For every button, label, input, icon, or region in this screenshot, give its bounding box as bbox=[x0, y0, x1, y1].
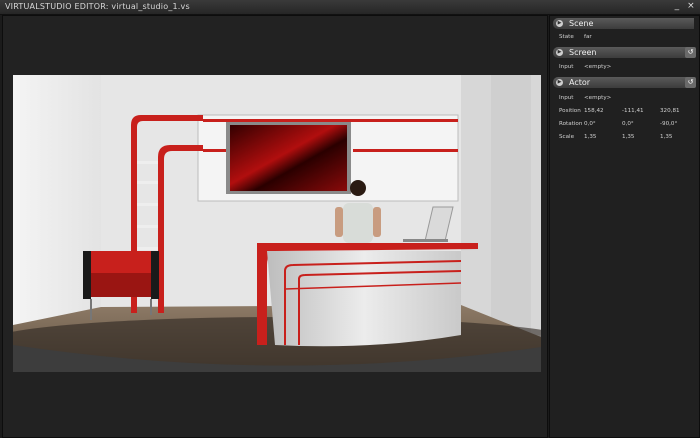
studio-render bbox=[13, 75, 541, 372]
circle-arrow-icon[interactable]: ▶ bbox=[556, 79, 563, 86]
rotation-z[interactable]: -90,0° bbox=[660, 121, 677, 127]
circle-arrow-icon[interactable]: ▶ bbox=[556, 20, 563, 27]
screen-panel-title: Screen bbox=[569, 48, 597, 57]
screen-input-label: Input bbox=[559, 64, 574, 70]
actor-panel-title: Actor bbox=[569, 78, 591, 87]
position-x[interactable]: 158,42 bbox=[584, 108, 604, 114]
position-z[interactable]: 320,81 bbox=[660, 108, 680, 114]
position-label: Position bbox=[559, 108, 581, 114]
reset-icon[interactable]: ↺ bbox=[685, 47, 696, 58]
actor-input-value[interactable]: <empty> bbox=[584, 95, 611, 101]
scene-panel-title: Scene bbox=[569, 19, 594, 28]
minimize-button[interactable]: _ bbox=[672, 1, 682, 12]
position-y[interactable]: -111,41 bbox=[622, 108, 644, 114]
reset-icon[interactable]: ↺ bbox=[685, 77, 696, 88]
screen-panel-header[interactable]: ▶ Screen ↺ bbox=[553, 47, 696, 58]
window-title: VIRTUALSTUDIO EDITOR: virtual_studio_1.v… bbox=[5, 2, 190, 11]
scale-label: Scale bbox=[559, 134, 575, 140]
screen-input-value[interactable]: <empty> bbox=[584, 64, 611, 70]
state-value[interactable]: far bbox=[584, 34, 592, 40]
property-sidebar: ▶ Scene State far ▶ Screen ↺ Input <empt… bbox=[549, 15, 700, 438]
scale-y[interactable]: 1,35 bbox=[622, 134, 634, 140]
studio-render-viewport[interactable] bbox=[13, 75, 541, 372]
rotation-y[interactable]: 0,0° bbox=[622, 121, 634, 127]
scene-panel-header[interactable]: ▶ Scene bbox=[553, 18, 694, 29]
viewport-frame bbox=[2, 15, 548, 438]
rotation-label: Rotation bbox=[559, 121, 583, 127]
rotation-x[interactable]: 0,0° bbox=[584, 121, 596, 127]
title-bar: VIRTUALSTUDIO EDITOR: virtual_studio_1.v… bbox=[0, 0, 700, 15]
circle-arrow-icon[interactable]: ▶ bbox=[556, 49, 563, 56]
scale-z[interactable]: 1,35 bbox=[660, 134, 672, 140]
scale-x[interactable]: 1,35 bbox=[584, 134, 596, 140]
state-label: State bbox=[559, 34, 574, 40]
actor-input-label: Input bbox=[559, 95, 574, 101]
actor-panel-header[interactable]: ▶ Actor ↺ bbox=[553, 77, 696, 88]
close-button[interactable]: × bbox=[686, 1, 696, 12]
